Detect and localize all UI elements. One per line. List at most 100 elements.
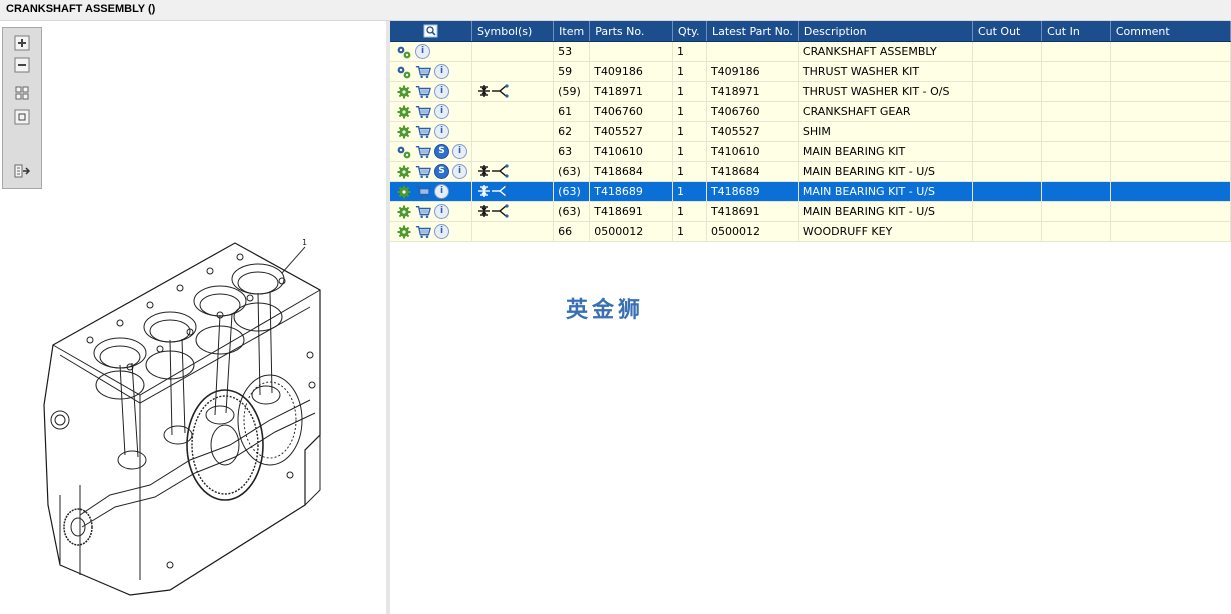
zoom-out-button[interactable] [13,56,31,74]
cart-icon[interactable] [415,84,431,100]
column-header-search[interactable] [390,21,472,42]
cut-out-cell [972,41,1043,62]
square-icon [14,109,30,125]
cart-icon[interactable] [415,104,431,120]
split-symbol-icon [476,83,510,99]
item-cell: (63) [553,161,591,182]
comment-cell [1110,181,1231,202]
parts-no-cell: T418691 [589,201,674,222]
cut-in-cell [1041,41,1111,62]
info-icon[interactable]: i [452,144,467,159]
description-cell: MAIN BEARING KIT - U/S [798,201,973,222]
comment-cell [1110,141,1231,162]
fit-all-button[interactable] [13,84,31,102]
row-icons: i [394,204,467,220]
comment-cell [1110,81,1231,102]
column-header-latest-part-no[interactable]: Latest Part No. [706,21,799,42]
latest-part-no-cell [706,41,799,62]
info-icon[interactable]: i [434,204,449,219]
gears-icon [396,144,412,160]
column-header-comment[interactable]: Comment [1110,21,1231,42]
description-cell: SHIM [798,121,973,142]
row-icons: Si [394,164,467,180]
table-row[interactable]: Si 63 T410610 1 T410610 MAIN BEARING KIT [390,141,1231,162]
qty-cell: 1 [672,121,707,142]
parts-list-pane: Symbol(s) Item Parts No. Qty. Latest Par… [390,21,1231,614]
cart-icon[interactable] [415,144,431,160]
latest-part-no-cell: T418971 [706,81,799,102]
supersession-icon[interactable]: S [434,164,449,179]
cut-out-cell [972,161,1043,182]
description-cell: WOODRUFF KEY [798,221,973,242]
cut-in-cell [1041,161,1111,182]
info-icon[interactable]: i [452,164,467,179]
column-header-symbols[interactable]: Symbol(s) [471,21,555,42]
minus-icon [14,57,30,73]
cart-icon[interactable] [415,204,431,220]
latest-part-no-cell: T418684 [706,161,799,182]
title-bar: CRANKSHAFT ASSEMBLY () [0,0,1231,21]
table-row[interactable]: i 62 T405527 1 T405527 SHIM [390,121,1231,142]
qty-cell: 1 [672,101,707,122]
table-row[interactable]: i (63) T418691 1 T418691 MAIN BEARING KIT - U… [390,201,1231,222]
gear-icon [396,104,412,120]
table-row[interactable]: i 66 0500012 1 0500012 WOODRUFF KEY [390,221,1231,242]
info-icon[interactable]: i [434,124,449,139]
export-button[interactable] [13,162,31,180]
column-header-cut-in[interactable]: Cut In [1041,21,1111,42]
cut-in-cell [1041,81,1111,102]
table-row[interactable]: i 59 T409186 1 T409186 THRUST WASHER KIT [390,61,1231,82]
item-cell: 62 [553,121,591,142]
table-row[interactable]: i 61 T406760 1 T406760 CRANKSHAFT GEAR [390,101,1231,122]
item-cell: 53 [553,41,591,62]
info-icon[interactable]: i [415,44,430,59]
cart-icon[interactable] [415,64,431,80]
cart-icon[interactable] [415,124,431,140]
description-cell: MAIN BEARING KIT - U/S [798,161,973,182]
split-symbol-icon [476,203,510,219]
parts-no-cell: T418971 [589,81,674,102]
info-icon[interactable]: i [434,224,449,239]
zoom-in-button[interactable] [13,34,31,52]
gears-icon [396,64,412,80]
cart-icon[interactable] [415,224,431,240]
column-header-description[interactable]: Description [798,21,973,42]
info-icon[interactable]: i [434,184,449,199]
plus-icon [14,35,30,51]
fit-window-button[interactable] [13,108,31,126]
info-icon[interactable]: i [434,84,449,99]
parts-no-cell: 0500012 [589,221,674,242]
table-row[interactable]: i (63) T418689 1 T418689 MAIN BEARING KIT - U… [390,181,1231,202]
item-cell: 63 [553,141,591,162]
item-cell: (59) [553,81,591,102]
supersession-icon[interactable]: S [434,144,449,159]
cut-in-cell [1041,221,1111,242]
symbol-cell [471,161,555,182]
row-icons: i [394,44,467,60]
latest-part-no-cell: T409186 [706,61,799,82]
info-icon[interactable]: i [434,104,449,119]
table-row[interactable]: i (59) T418971 1 T418971 THRUST WASHER KIT - … [390,81,1231,102]
callout-label: 1 [302,238,307,247]
qty-cell: 1 [672,201,707,222]
column-header-parts-no[interactable]: Parts No. [589,21,674,42]
cart-icon[interactable] [415,184,431,200]
column-header-item[interactable]: Item [553,21,591,42]
column-header-cut-out[interactable]: Cut Out [972,21,1043,42]
gear-icon [396,204,412,220]
table-row[interactable]: Si (63) T418684 1 T418684 MAIN BEARING KIT - … [390,161,1231,182]
comment-cell [1110,161,1231,182]
column-header-qty[interactable]: Qty. [672,21,707,42]
table-row[interactable]: i 53 1 CRANKSHAFT ASSEMBLY [390,41,1231,62]
info-icon[interactable]: i [434,64,449,79]
cut-out-cell [972,221,1043,242]
comment-cell [1110,41,1231,62]
description-cell: THRUST WASHER KIT [798,61,973,82]
qty-cell: 1 [672,41,707,62]
gear-icon [396,124,412,140]
cut-in-cell [1041,121,1111,142]
row-icons-cell: i [390,181,472,202]
row-icons-cell: i [390,61,472,82]
cart-icon[interactable] [415,164,431,180]
exploded-drawing-crankshaft[interactable]: 1 [20,235,360,605]
